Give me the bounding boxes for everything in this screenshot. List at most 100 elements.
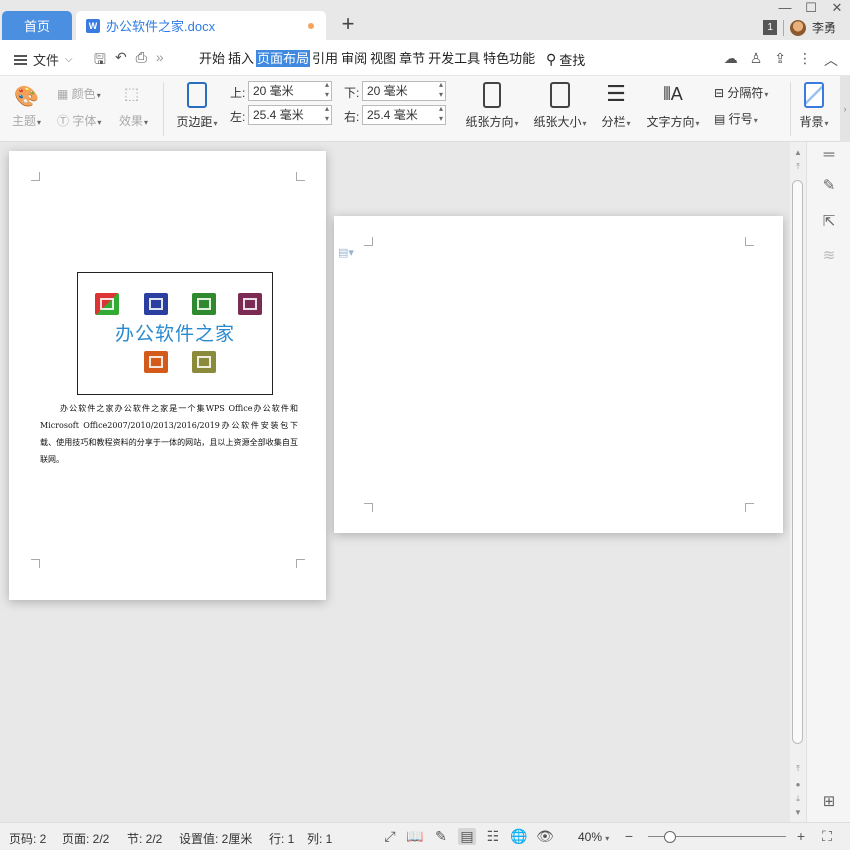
zoom-in-button[interactable]: + (792, 828, 810, 844)
margin-corner (296, 172, 305, 181)
avatar[interactable] (789, 19, 806, 36)
search-button[interactable]: ⚲ 查找 (546, 50, 585, 69)
margin-corner (364, 237, 373, 246)
tab-page-layout[interactable]: 页面布局 (256, 50, 311, 67)
margin-corner (745, 503, 754, 512)
theme-button[interactable]: 主题▾ (12, 112, 41, 129)
section-status[interactable]: 节: 2/2 (127, 830, 162, 847)
background-button[interactable]: 背景▾ (796, 82, 832, 130)
close-button[interactable]: ✕ (830, 0, 844, 16)
page-number-status[interactable]: 页码: 2 (9, 830, 46, 847)
tab-view[interactable]: 视图 (369, 50, 397, 67)
column-status[interactable]: 列: 1 (307, 830, 332, 847)
title-bar: 首页 W 办公软件之家.docx + — ☐ ✕ 1 李勇 (0, 0, 850, 40)
panel-collapse-icon[interactable]: ═ (819, 146, 839, 163)
tab-start[interactable]: 开始 (198, 50, 226, 67)
left-margin-label: 左: (230, 110, 246, 124)
scrollbar-thumb[interactable] (792, 180, 803, 744)
grid-apps-icon[interactable]: ⊞ (819, 792, 839, 810)
orientation-button[interactable]: 纸张方向▾ (462, 82, 522, 130)
share-icon[interactable]: ⇪ (774, 50, 786, 70)
line-number-button[interactable]: ▤ 行号▾ (714, 110, 758, 127)
margin-corner (745, 237, 754, 246)
scroll-down-arrow[interactable]: ▼ (790, 808, 806, 817)
fullscreen-icon[interactable]: ⤢ (381, 828, 399, 845)
body-paragraph[interactable]: 办公软件之家办公软件之家是一个集WPS Office办公软件和Microsoft… (40, 400, 298, 468)
adjust-icon[interactable]: ≋ (819, 246, 839, 264)
new-tab-button[interactable]: + (338, 12, 358, 36)
paper-size-icon (550, 82, 570, 108)
font-button[interactable]: Ⓣ 字体▾ (57, 112, 101, 129)
tab-review[interactable]: 审阅 (340, 50, 368, 67)
effect-icon: ⬚ (124, 86, 140, 103)
paper-size-button[interactable]: 纸张大小▾ (530, 82, 590, 130)
minimize-button[interactable]: — (778, 0, 792, 16)
quick-access-toolbar: 🖫 ↶ ⎙ » (94, 49, 164, 73)
tab-home[interactable]: 首页 (2, 11, 72, 40)
separator-button[interactable]: ⊟ 分隔符▾ (714, 84, 768, 101)
top-margin-input[interactable]: 20 毫米 (248, 80, 332, 101)
scroll-select-object[interactable]: ● (790, 780, 806, 789)
fit-page-icon[interactable]: ⛶ (818, 828, 836, 845)
scroll-next-page[interactable]: ⤓ (790, 794, 806, 804)
select-cursor-icon[interactable]: ⇱ (819, 212, 839, 230)
more-icon[interactable]: » (156, 49, 164, 73)
more-options-icon[interactable]: ⋮ (798, 50, 812, 70)
right-margin-input[interactable]: 25.4 毫米 (362, 104, 446, 125)
columns-button[interactable]: ☰ 分栏▾ (598, 82, 634, 130)
left-margin-input[interactable]: 25.4 毫米 (248, 104, 332, 125)
ribbon-scroll-right[interactable]: › (840, 76, 850, 142)
row-status[interactable]: 行: 1 (269, 830, 294, 847)
bottom-margin-input[interactable]: 20 毫米 (362, 80, 446, 101)
text-direction-button[interactable]: ⫴A 文字方向▾ (644, 82, 702, 130)
user-add-icon[interactable]: ♙ (750, 50, 763, 70)
tab-references[interactable]: 引用 (311, 50, 339, 67)
page-view-icon[interactable]: ▤ (458, 828, 476, 845)
paragraph-layout-icon[interactable]: ▤▾ (338, 246, 354, 259)
tab-developer[interactable]: 开发工具 (427, 50, 481, 67)
edit-pen-icon[interactable]: ✎ (432, 828, 450, 845)
save-icon[interactable]: 🖫 (94, 49, 106, 73)
effect-button[interactable]: 效果▾ (119, 112, 148, 129)
vertical-scrollbar[interactable]: ▲ ⤒ ⤒ ● ⤓ ▼ (790, 142, 806, 822)
document-tab-label: 办公软件之家.docx (106, 19, 216, 34)
print-icon[interactable]: ⎙ (136, 49, 147, 73)
pen-icon[interactable]: ✎ (819, 176, 839, 194)
tab-features[interactable]: 特色功能 (482, 50, 536, 67)
page-2[interactable]: ▤▾ (334, 216, 783, 533)
page-count-status[interactable]: 页面: 2/2 (62, 830, 109, 847)
right-sidebar: ═ ✎ ⇱ ≋ ⊞ (806, 142, 850, 822)
margin-corner (31, 172, 40, 181)
outline-view-icon[interactable]: ☷ (484, 828, 502, 845)
tab-chapter[interactable]: 章节 (398, 50, 426, 67)
collapse-ribbon-icon[interactable]: ︿ (824, 50, 838, 70)
scroll-previous-page[interactable]: ⤒ (790, 764, 806, 774)
undo-icon[interactable]: ↶ (115, 49, 127, 73)
orientation-icon (483, 82, 501, 108)
menu-bar: 文件 ⌵ 🖫 ↶ ⎙ » 开始 插入 页面布局 引用 审阅 视图 章节 开发工具… (0, 40, 850, 76)
cloud-icon[interactable]: ☁ (724, 50, 738, 70)
user-name[interactable]: 李勇 (812, 19, 836, 36)
setting-value-status[interactable]: 设置值: 2厘米 (179, 830, 252, 847)
scroll-top-icon[interactable]: ⤒ (790, 162, 806, 172)
tab-insert[interactable]: 插入 (227, 50, 255, 67)
maximize-button[interactable]: ☐ (804, 0, 818, 16)
color-button[interactable]: ▦ 颜色▾ (57, 85, 101, 102)
tab-document[interactable]: W 办公软件之家.docx (76, 11, 326, 40)
zoom-out-button[interactable]: − (620, 828, 638, 844)
reading-mode-icon[interactable]: 📖 (406, 828, 424, 845)
chevron-down-icon: ⌵ (65, 54, 73, 65)
page-1[interactable]: 办公软件之家 办公软件之家办公软件之家是一个集WPS Office办公软件和Mi… (9, 151, 326, 600)
document-canvas[interactable]: 办公软件之家 办公软件之家办公软件之家是一个集WPS Office办公软件和Mi… (0, 142, 790, 822)
app-logo-icon (95, 293, 119, 315)
background-icon (804, 82, 824, 108)
file-menu[interactable]: 文件 ⌵ (14, 50, 73, 69)
zoom-slider-handle[interactable] (664, 831, 676, 843)
scroll-up-arrow[interactable]: ▲ (790, 148, 806, 157)
eye-protection-icon[interactable]: 👁 (536, 828, 554, 845)
zoom-level[interactable]: 40% ▾ (578, 830, 609, 844)
margin-button[interactable]: 页边距▾ (172, 82, 222, 130)
logo-image[interactable]: 办公软件之家 (77, 272, 273, 395)
web-view-icon[interactable]: 🌐 (510, 828, 528, 845)
window-count-badge[interactable]: 1 (763, 20, 777, 35)
